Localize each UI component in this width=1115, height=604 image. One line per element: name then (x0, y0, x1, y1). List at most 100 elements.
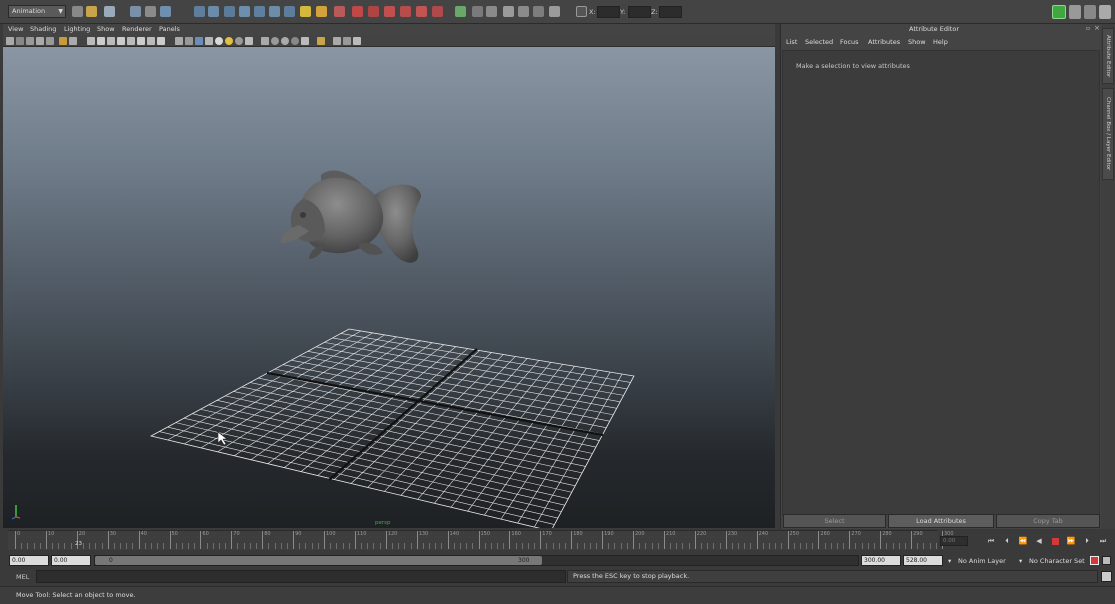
goldfish-model[interactable] (280, 170, 421, 263)
safe-title-icon[interactable] (137, 37, 145, 45)
mask-rendering-icon[interactable] (300, 6, 311, 17)
select-component-icon[interactable] (160, 6, 171, 17)
character-set-menu[interactable]: No Character Set (1029, 557, 1085, 565)
ae-menu-help[interactable]: Help (933, 38, 948, 46)
menu-view[interactable]: View (8, 25, 23, 33)
save-scene-icon[interactable] (104, 6, 115, 17)
absolute-transform-icon[interactable] (576, 6, 587, 17)
image-plane-icon[interactable] (36, 37, 44, 45)
menu-shading[interactable]: Shading (30, 25, 56, 33)
select-object-icon[interactable] (145, 6, 156, 17)
go-to-end-icon[interactable]: ⏭ (1098, 537, 1108, 546)
safe-action-icon[interactable] (127, 37, 135, 45)
float-panel-icon[interactable]: ▫ (1086, 25, 1090, 32)
snap-point-icon[interactable] (368, 6, 379, 17)
animation-start-field[interactable]: 0.00 (9, 555, 49, 566)
x-field[interactable] (597, 6, 620, 18)
bookmark-icon[interactable] (26, 37, 34, 45)
range-slider[interactable]: 0 300 (94, 555, 859, 566)
construction-history-icon[interactable] (432, 6, 443, 17)
camera-icon[interactable] (518, 6, 529, 17)
snap-grid-icon[interactable] (334, 6, 345, 17)
command-language-label[interactable]: MEL (16, 573, 29, 581)
show-attribute-editor-icon[interactable] (1069, 5, 1081, 19)
hud-icon[interactable] (147, 37, 155, 45)
animation-preferences-icon[interactable] (1102, 556, 1111, 565)
command-line-input[interactable] (36, 570, 566, 583)
show-modeling-toolkit-icon[interactable] (1052, 5, 1066, 19)
time-slider[interactable]: 0 10 20 30 40 50 60 70 80 90 100 110 120 130 140 150 160… (8, 530, 954, 550)
mask-joints-icon[interactable] (224, 6, 235, 17)
close-icon[interactable]: × (1094, 24, 1100, 32)
stereo-icon[interactable] (317, 37, 325, 45)
magnet-icon[interactable] (533, 6, 544, 17)
exposure-icon[interactable] (333, 37, 341, 45)
tab-channel-box-layer-editor[interactable]: Channel Box / Layer Editor (1102, 88, 1114, 180)
show-tool-settings-icon[interactable] (1084, 5, 1096, 19)
color-management-icon[interactable] (353, 37, 361, 45)
input-output-icon[interactable] (416, 6, 427, 17)
render-settings-icon[interactable] (486, 6, 497, 17)
ae-menu-attributes[interactable]: Attributes (868, 38, 900, 46)
menu-renderer[interactable]: Renderer (122, 25, 152, 33)
menu-show[interactable]: Show (97, 25, 115, 33)
menu-lighting[interactable]: Lighting (64, 25, 90, 33)
transform-input-icon[interactable] (549, 6, 560, 17)
camera-attributes-icon[interactable] (16, 37, 24, 45)
y-field[interactable] (628, 6, 651, 18)
step-forward-frame-icon[interactable]: ⏵ (1082, 537, 1092, 546)
resolution-gate-icon[interactable] (97, 37, 105, 45)
script-editor-icon[interactable] (1101, 571, 1112, 582)
menu-set-dropdown[interactable]: Animation ▼ (8, 5, 66, 18)
field-chart-icon[interactable] (117, 37, 125, 45)
step-forward-key-icon[interactable]: ⏩ (1066, 537, 1076, 546)
open-scene-icon[interactable] (86, 6, 97, 17)
current-time-field[interactable]: 0.00 (940, 536, 968, 546)
snap-view-plane-icon[interactable] (384, 6, 395, 17)
ae-menu-focus[interactable]: Focus (840, 38, 859, 46)
grease-pencil-icon[interactable] (59, 37, 67, 45)
film-gate-icon[interactable] (87, 37, 95, 45)
select-button[interactable]: Select (783, 514, 886, 528)
xray-joints-icon[interactable] (157, 37, 165, 45)
shadows-icon[interactable] (225, 37, 233, 45)
z-field[interactable] (659, 6, 682, 18)
ae-menu-show[interactable]: Show (908, 38, 926, 46)
show-channel-box-icon[interactable] (1099, 5, 1111, 19)
gate-mask-icon[interactable] (107, 37, 115, 45)
anim-layer-menu[interactable]: No Anim Layer (958, 557, 1006, 565)
wireframe-icon[interactable] (175, 37, 183, 45)
step-back-key-icon[interactable]: ⏪ (1018, 537, 1028, 546)
new-scene-icon[interactable] (72, 6, 83, 17)
hypershade-icon[interactable] (503, 6, 514, 17)
select-hierarchy-icon[interactable] (130, 6, 141, 17)
textured-icon[interactable] (205, 37, 213, 45)
animation-end-field[interactable]: 528.00 (903, 555, 943, 566)
auto-key-icon[interactable] (1090, 556, 1099, 565)
go-to-start-icon[interactable]: ⏮ (986, 537, 996, 546)
snap-curve-icon[interactable] (352, 6, 363, 17)
viewport-persp[interactable]: persp (3, 47, 775, 528)
make-live-icon[interactable] (400, 6, 411, 17)
character-set-arrow-icon[interactable]: ▾ (1019, 557, 1022, 565)
play-backwards-icon[interactable]: ◀ (1034, 537, 1044, 546)
lock-icon[interactable] (316, 6, 327, 17)
ae-menu-list[interactable]: List (786, 38, 797, 46)
ae-menu-selected[interactable]: Selected (805, 38, 833, 46)
anim-layer-arrow-icon[interactable]: ▾ (948, 557, 951, 565)
xray-active-icon[interactable] (281, 37, 289, 45)
mask-dynamics-icon[interactable] (284, 6, 295, 17)
playback-start-field[interactable]: 0.00 (51, 555, 91, 566)
smooth-shade-icon[interactable] (185, 37, 193, 45)
mask-handles-icon[interactable] (208, 6, 219, 17)
step-back-frame-icon[interactable]: ⏴ (1002, 537, 1012, 546)
wireframe-on-shaded-icon[interactable] (195, 37, 203, 45)
mask-icon[interactable] (194, 6, 205, 17)
stop-playback-icon[interactable] (1050, 537, 1060, 546)
select-camera-icon[interactable] (6, 37, 14, 45)
render-icon[interactable] (455, 6, 466, 17)
antialias-icon[interactable] (245, 37, 253, 45)
use-lights-icon[interactable] (215, 37, 223, 45)
mask-curves-icon[interactable] (239, 6, 250, 17)
mask-surfaces-icon[interactable] (254, 6, 265, 17)
